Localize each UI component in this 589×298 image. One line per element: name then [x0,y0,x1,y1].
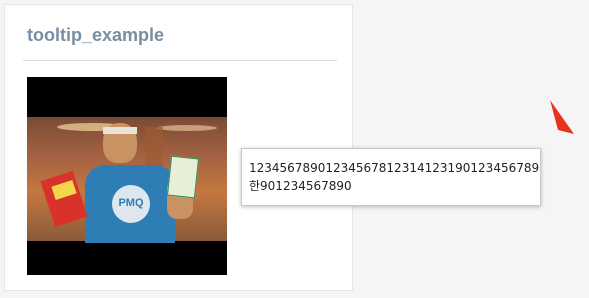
tooltip-line-2: 한901234567890 [249,179,352,193]
tooltip: 1234567890123456781231412319012345678901… [241,148,541,206]
shirt-logo-text: PMQ [118,197,144,209]
tooltip-line-1: 1234567890123456781231412319012345678901… [249,161,540,175]
headband [103,127,137,134]
video-thumbnail[interactable]: PMQ [27,77,227,275]
held-card-right [166,155,200,199]
video-scene: PMQ [27,117,227,243]
red-arrow-icon [550,100,574,134]
held-card-left [40,170,88,228]
tooltip-text: 1234567890123456781231412319012345678901… [249,159,540,195]
divider [23,60,337,61]
card-title: tooltip_example [27,25,165,45]
ceiling-light [157,125,217,131]
